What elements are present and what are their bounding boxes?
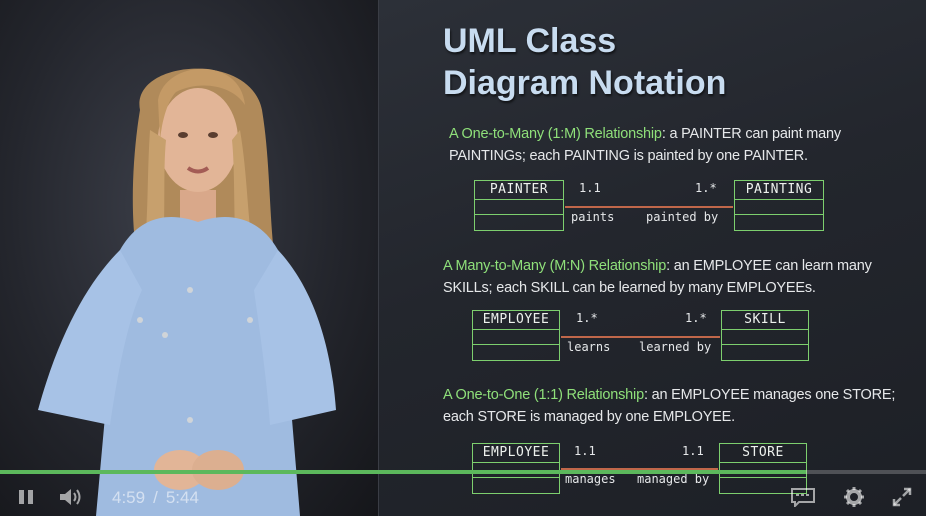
association-line-2 [561, 336, 720, 338]
uml-class-painter: PAINTER [474, 180, 564, 231]
uml-class-name: PAINTING [735, 181, 823, 200]
uml-class-employee: EMPLOYEE [472, 310, 560, 361]
duration: 5:44 [165, 488, 199, 507]
presenter-video [0, 0, 378, 516]
slide-title: UML Class Diagram Notation [443, 20, 913, 104]
role-right-1: painted by [646, 210, 719, 224]
multiplicity-left-3: 1.1 [574, 444, 596, 458]
fullscreen-button[interactable] [888, 484, 916, 510]
multiplicity-right-2: 1.* [685, 311, 707, 325]
pause-button[interactable] [12, 484, 40, 510]
time-separator: / [153, 488, 158, 507]
role-right-2: learned by [639, 340, 712, 354]
video-player[interactable]: UML Class Diagram Notation A One-to-Many… [0, 0, 926, 516]
relationship-text-3b: each STORE is managed by one EMPLOYEE. [443, 409, 735, 425]
slide-title-line1: UML Class [443, 22, 617, 60]
relationship-description-3: A One-to-One (1:1) Relationship: an EMPL… [443, 384, 913, 428]
multiplicity-right-3: 1.1 [682, 444, 704, 458]
multiplicity-left-1: 1.1 [579, 181, 601, 195]
multiplicity-left-2: 1.* [576, 311, 598, 325]
settings-button[interactable] [840, 484, 868, 510]
multiplicity-right-1: 1.* [695, 181, 717, 195]
fullscreen-icon [892, 487, 912, 507]
uml-class-name: EMPLOYEE [473, 444, 559, 463]
relationship-heading-3: A One-to-One (1:1) Relationship [443, 387, 644, 403]
role-left-2: learns [567, 340, 611, 354]
uml-class-name: SKILL [722, 311, 808, 330]
pause-icon [19, 490, 33, 504]
role-left-1: paints [571, 210, 615, 224]
presenter-image [38, 68, 336, 516]
relationship-text-2b: SKILLs; each SKILL can be learned by man… [443, 280, 816, 296]
player-controls: 4:59 / 5:44 [0, 474, 926, 516]
uml-class-name: EMPLOYEE [473, 311, 559, 330]
relationship-text-1b: PAINTINGs; each PAINTING is painted by o… [449, 148, 808, 164]
uml-class-name: STORE [720, 444, 806, 463]
time-display: 4:59 / 5:44 [112, 488, 199, 508]
relationship-heading-2: A Many-to-Many (M:N) Relationship [443, 258, 667, 274]
relationship-text-3a: : an EMPLOYEE manages one STORE; [643, 387, 896, 403]
association-line-1 [565, 206, 733, 208]
captions-icon [791, 488, 815, 507]
relationship-heading-1: A One-to-Many (1:M) Relationship [449, 126, 662, 142]
relationship-description-1: A One-to-Many (1:M) Relationship: a PAIN… [449, 123, 909, 167]
slide-title-line2: Diagram Notation [443, 64, 727, 102]
relationship-text-1a: : a PAINTER can paint many [661, 126, 841, 142]
uml-class-name: PAINTER [475, 181, 563, 200]
volume-icon [60, 489, 81, 505]
uml-class-painting: PAINTING [734, 180, 824, 231]
slide-panel: UML Class Diagram Notation A One-to-Many… [378, 0, 926, 516]
relationship-description-2: A Many-to-Many (M:N) Relationship: an EM… [443, 255, 913, 299]
volume-button[interactable] [56, 484, 86, 510]
captions-button[interactable] [788, 484, 818, 510]
uml-class-skill: SKILL [721, 310, 809, 361]
relationship-text-2a: : an EMPLOYEE can learn many [666, 258, 872, 274]
settings-gear-icon [844, 487, 864, 507]
current-time: 4:59 [112, 488, 146, 507]
